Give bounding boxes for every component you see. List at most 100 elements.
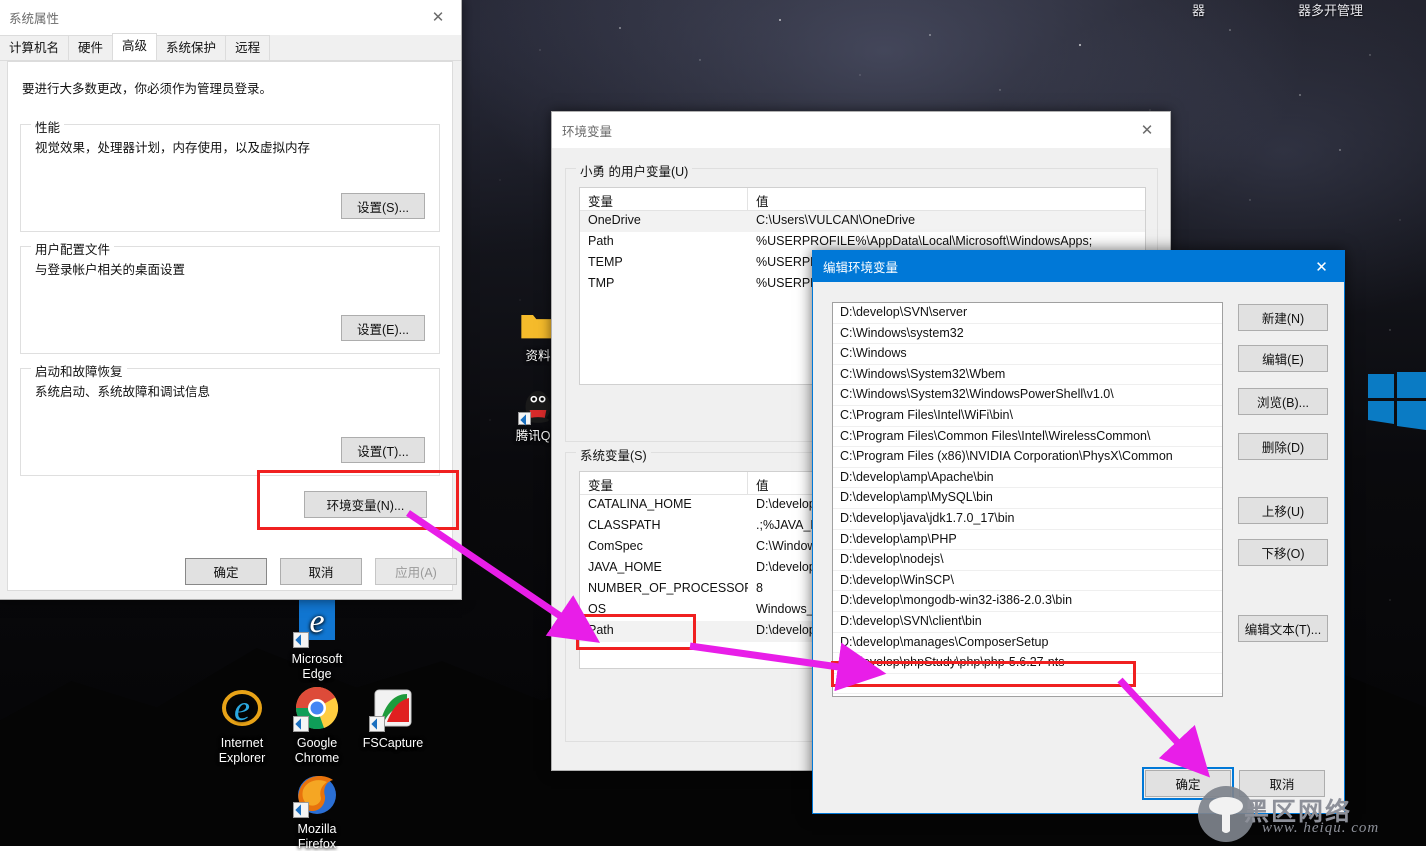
system-var-name: OS	[580, 600, 748, 621]
list-item[interactable]: D:\develop\SVN\client\bin	[833, 612, 1222, 633]
desktop-icon-mozilla-firefox[interactable]: Mozilla Firefox	[271, 770, 363, 851]
user-var-value: C:\Users\VULCAN\OneDrive	[748, 211, 1145, 232]
delete-button[interactable]: 删除(D)	[1238, 433, 1328, 460]
edit-button[interactable]: 编辑(E)	[1238, 345, 1328, 372]
group-user-profiles-legend: 用户配置文件	[31, 239, 114, 258]
list-item[interactable]: D:\develop\amp\PHP	[833, 530, 1222, 551]
list-item[interactable]: D:\develop\WinSCP\	[833, 571, 1222, 592]
group-system-variables-legend: 系统变量(S)	[576, 445, 651, 464]
tab-remote[interactable]: 远程	[225, 35, 270, 60]
system-var-name: CLASSPATH	[580, 516, 748, 537]
windows-logo-icon	[1368, 372, 1426, 430]
system-properties-body: 要进行大多数更改，你必须作为管理员登录。 性能 视觉效果，处理器计划，内存使用，…	[7, 61, 453, 591]
environment-variables-button[interactable]: 环境变量(N)...	[304, 491, 427, 518]
close-icon[interactable]: ✕	[1299, 251, 1344, 282]
list-item[interactable]: C:\Windows	[833, 344, 1222, 365]
performance-settings-button[interactable]: 设置(S)...	[341, 193, 425, 219]
shortcut-overlay-icon	[518, 412, 531, 425]
system-properties-window: 系统属性 ✕ 计算机名 硬件 高级 系统保护 远程 要进行大多数更改，你必须作为…	[0, 0, 462, 600]
system-properties-titlebar: 系统属性 ✕	[0, 0, 461, 35]
list-item[interactable]: C:\Windows\system32	[833, 324, 1222, 345]
apply-button: 应用(A)	[375, 558, 457, 585]
group-user-variables-legend: 小勇 的用户变量(U)	[576, 161, 692, 180]
path-entries-listbox[interactable]: D:\develop\SVN\server C:\Windows\system3…	[832, 302, 1223, 697]
column-header-variable: 变量	[580, 472, 748, 494]
desktop-icon-microsoft-edge[interactable]: e Microsoft Edge	[271, 600, 363, 681]
internet-explorer-icon: e	[218, 684, 266, 732]
list-item[interactable]: C:\Windows\System32\Wbem	[833, 365, 1222, 386]
close-icon[interactable]: ✕	[1124, 112, 1170, 148]
column-header-value: 值	[748, 188, 1145, 210]
chrome-icon	[293, 684, 341, 732]
desktop-icon-label-2: Firefox	[271, 837, 363, 851]
list-item[interactable]: D:\develop\mongodb-win32-i386-2.0.3\bin	[833, 591, 1222, 612]
watermark-url: www. heiqu. com	[1262, 820, 1379, 837]
desktop-icon-label: Mozilla	[271, 822, 363, 837]
browse-button[interactable]: 浏览(B)...	[1238, 388, 1328, 415]
cancel-button[interactable]: 取消	[280, 558, 362, 585]
close-icon[interactable]: ✕	[415, 0, 461, 35]
desktop-icon-label-2: Chrome	[271, 751, 363, 766]
list-item[interactable]: D:\develop\java\jdk1.7.0_17\bin	[833, 509, 1222, 530]
shortcut-overlay-icon	[293, 716, 309, 732]
svg-text:e: e	[234, 688, 250, 728]
list-item[interactable]: D:\develop\SVN\server	[833, 303, 1222, 324]
edit-environment-variable-dialog: 编辑环境变量 ✕ D:\develop\SVN\server C:\Window…	[812, 250, 1345, 814]
list-item[interactable]: D:\develop\amp\MySQL\bin	[833, 488, 1222, 509]
edit-text-button[interactable]: 编辑文本(T)...	[1238, 615, 1328, 642]
list-item[interactable]: C:\Windows\System32\WindowsPowerShell\v1…	[833, 385, 1222, 406]
tab-hardware[interactable]: 硬件	[68, 35, 113, 60]
new-button[interactable]: 新建(N)	[1238, 304, 1328, 331]
fscapture-icon	[369, 684, 417, 732]
list-item[interactable]	[833, 694, 1222, 697]
system-var-name: CATALINA_HOME	[580, 495, 748, 516]
list-item[interactable]: C:\Program Files (x86)\NVIDIA Corporatio…	[833, 447, 1222, 468]
user-var-name: TEMP	[580, 253, 748, 274]
system-properties-title: 系统属性	[0, 8, 59, 27]
user-variables-header: 变量 值	[580, 188, 1145, 211]
startup-recovery-settings-button[interactable]: 设置(T)...	[341, 437, 425, 463]
list-item-highlighted[interactable]: D:\develop\phpStudy\php\php-5.6.27-nts	[833, 653, 1222, 674]
shortcut-overlay-icon	[293, 802, 309, 818]
system-var-name: JAVA_HOME	[580, 558, 748, 579]
edit-env-titlebar: 编辑环境变量 ✕	[813, 251, 1344, 282]
group-performance-legend: 性能	[31, 117, 64, 136]
system-var-name: NUMBER_OF_PROCESSORS	[580, 579, 748, 600]
list-item[interactable]: D:\develop\nodejs\	[833, 550, 1222, 571]
move-down-button[interactable]: 下移(O)	[1238, 539, 1328, 566]
desktop-icon-label-2: Edge	[271, 667, 363, 682]
environment-variables-title: 环境变量	[552, 121, 612, 140]
column-header-variable: 变量	[580, 188, 748, 210]
environment-variables-titlebar: 环境变量 ✕	[552, 112, 1170, 148]
list-item[interactable]: C:\Program Files\Intel\WiFi\bin\	[833, 406, 1222, 427]
ok-button[interactable]: 确定	[185, 558, 267, 585]
list-item[interactable]	[833, 674, 1222, 695]
desktop-top-label-1: 器	[1192, 0, 1205, 19]
user-var-name: Path	[580, 232, 748, 253]
shortcut-overlay-icon	[293, 632, 309, 648]
svg-text:e: e	[309, 603, 324, 640]
list-item[interactable]: D:\develop\amp\Apache\bin	[833, 468, 1222, 489]
system-properties-tabs: 计算机名 硬件 高级 系统保护 远程	[0, 35, 461, 61]
group-user-profiles: 用户配置文件 与登录帐户相关的桌面设置 设置(E)...	[20, 246, 440, 354]
tab-computer-name[interactable]: 计算机名	[0, 35, 69, 60]
group-startup-recovery: 启动和故障恢复 系统启动、系统故障和调试信息 设置(T)...	[20, 368, 440, 476]
edit-env-title: 编辑环境变量	[823, 257, 898, 276]
desktop-top-label-2: 器多开管理	[1298, 0, 1363, 19]
shortcut-overlay-icon	[369, 716, 385, 732]
group-performance: 性能 视觉效果，处理器计划，内存使用，以及虚拟内存 设置(S)...	[20, 124, 440, 232]
edge-icon: e	[293, 600, 341, 648]
system-var-name: ComSpec	[580, 537, 748, 558]
user-var-name: TMP	[580, 274, 748, 295]
tab-advanced[interactable]: 高级	[112, 33, 157, 60]
user-profiles-settings-button[interactable]: 设置(E)...	[341, 315, 425, 341]
desktop-icon-fscapture[interactable]: FSCapture	[347, 684, 439, 751]
table-row[interactable]: OneDrive C:\Users\VULCAN\OneDrive	[580, 211, 1145, 232]
desktop-icon-label: Microsoft	[271, 652, 363, 667]
tab-system-protection[interactable]: 系统保护	[156, 35, 226, 60]
list-item[interactable]: C:\Program Files\Common Files\Intel\Wire…	[833, 427, 1222, 448]
group-performance-desc: 视觉效果，处理器计划，内存使用，以及虚拟内存	[21, 125, 439, 156]
system-var-name: Path	[580, 621, 748, 642]
move-up-button[interactable]: 上移(U)	[1238, 497, 1328, 524]
list-item[interactable]: D:\develop\manages\ComposerSetup	[833, 633, 1222, 654]
